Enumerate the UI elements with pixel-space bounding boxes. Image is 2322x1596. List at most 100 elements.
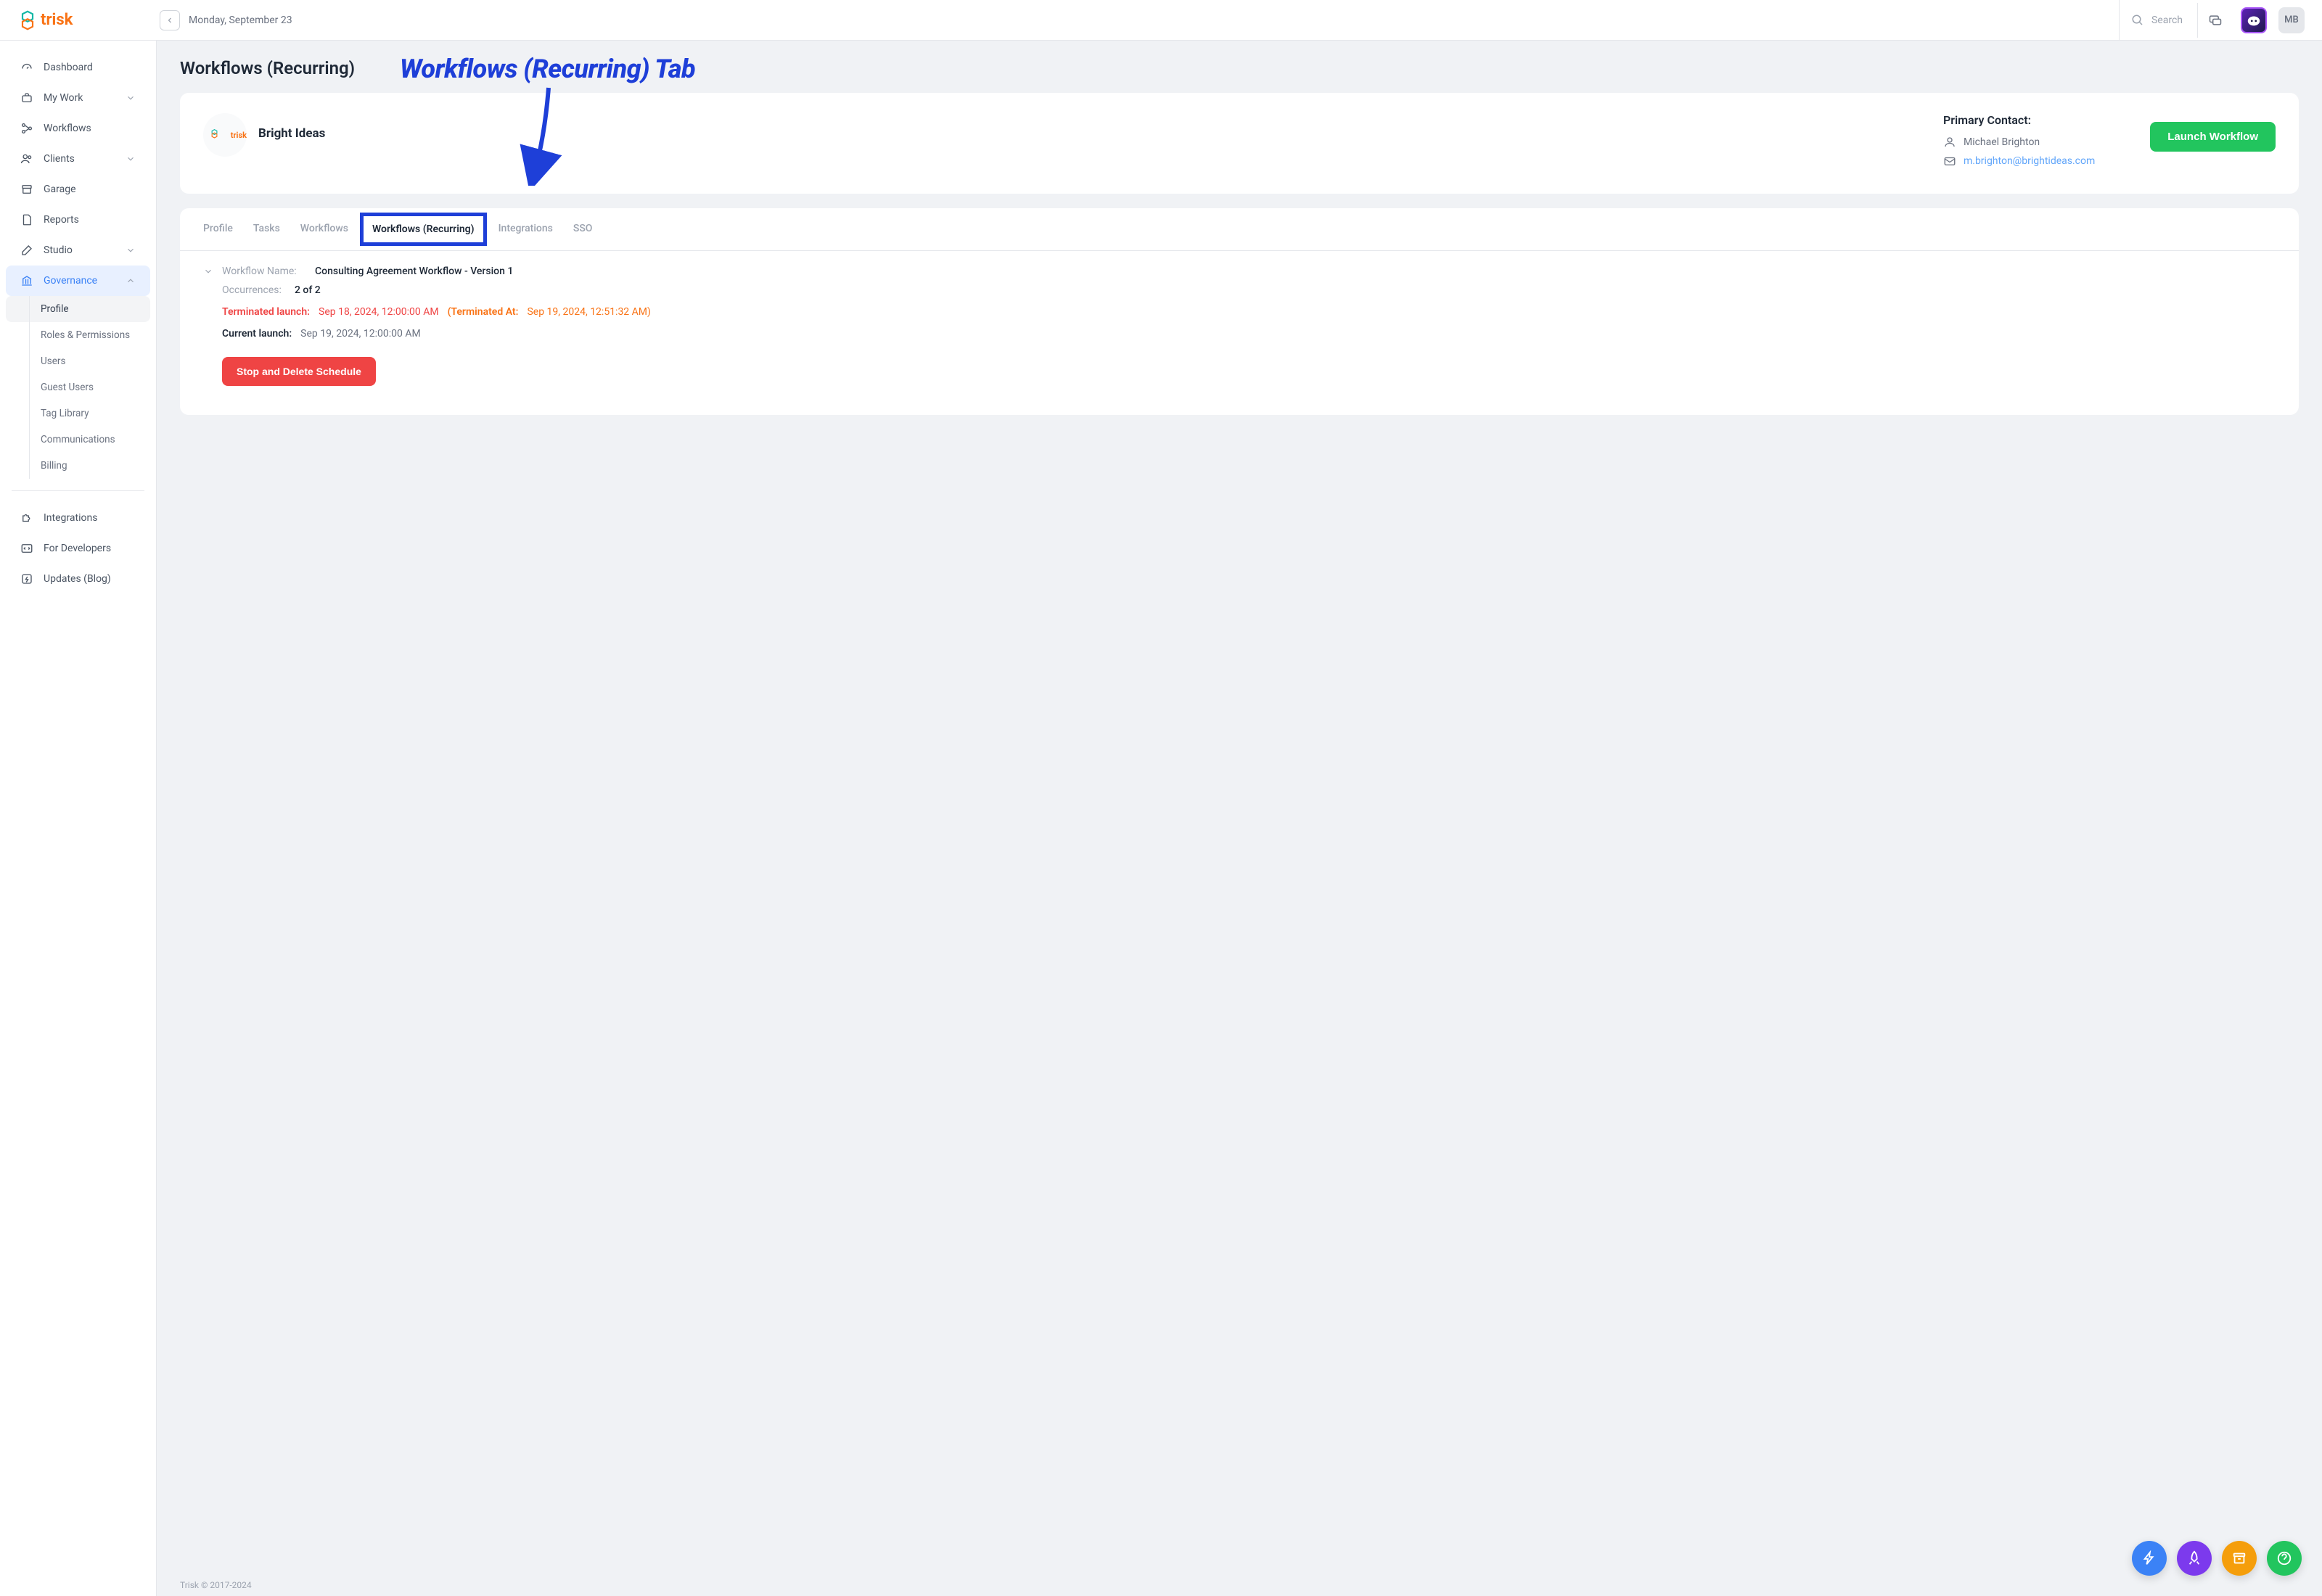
sidebar-sub-roles[interactable]: Roles & Permissions xyxy=(6,322,150,348)
sidebar-item-label: Guest Users xyxy=(41,382,94,393)
workflow-name-label: Workflow Name: xyxy=(222,266,306,277)
sidebar-item-governance[interactable]: Governance xyxy=(6,266,150,296)
fab-help[interactable] xyxy=(2267,1541,2302,1576)
branch-icon xyxy=(20,122,33,135)
tabs: Profile Tasks Workflows Workflows (Recur… xyxy=(180,208,2299,251)
sidebar-item-label: Clients xyxy=(44,153,75,165)
zap-icon xyxy=(20,572,33,585)
help-icon xyxy=(2276,1550,2292,1566)
sidebar-item-studio[interactable]: Studio xyxy=(6,235,150,266)
launch-workflow-button[interactable]: Launch Workflow xyxy=(2150,122,2276,152)
sidebar-item-label: Garage xyxy=(44,184,76,195)
current-launch-label: Current launch: xyxy=(222,328,292,340)
mail-icon xyxy=(1943,155,1956,168)
footer-copyright: Trisk © 2017-2024 xyxy=(180,1580,252,1590)
user-avatar[interactable]: MB xyxy=(2278,7,2305,33)
terminated-at-label: (Terminated At: xyxy=(448,306,519,318)
workflow-name-value: Consulting Agreement Workflow - Version … xyxy=(315,266,513,277)
chat-icon xyxy=(2208,13,2223,28)
sidebar-sub-guest-users[interactable]: Guest Users xyxy=(6,374,150,400)
sidebar-sub-profile[interactable]: Profile xyxy=(6,296,150,322)
tab-sso[interactable]: SSO xyxy=(573,208,593,250)
chevron-down-icon xyxy=(126,154,136,164)
sidebar-item-label: Workflows xyxy=(44,123,91,134)
current-launch-value: Sep 19, 2024, 12:00:00 AM xyxy=(300,328,421,340)
tab-workflows-recurring[interactable]: Workflows (Recurring) xyxy=(360,213,487,246)
sidebar-item-label: My Work xyxy=(44,92,83,104)
stop-delete-button[interactable]: Stop and Delete Schedule xyxy=(222,357,376,386)
briefcase-icon xyxy=(20,91,33,104)
user-icon xyxy=(1943,136,1956,149)
sidebar-item-label: Reports xyxy=(44,214,79,226)
zap-icon xyxy=(2141,1550,2157,1566)
fab-row xyxy=(2132,1541,2302,1576)
messages-button[interactable] xyxy=(2197,3,2232,38)
sidebar-item-label: Tag Library xyxy=(41,408,89,419)
brand-name: trisk xyxy=(41,11,73,29)
sidebar-item-reports[interactable]: Reports xyxy=(6,205,150,235)
sidebar-item-workflows[interactable]: Workflows xyxy=(6,113,150,144)
fab-zap[interactable] xyxy=(2132,1541,2167,1576)
sidebar-item-mywork[interactable]: My Work xyxy=(6,83,150,113)
back-button[interactable] xyxy=(160,10,180,30)
occurrences-value: 2 of 2 xyxy=(295,284,321,296)
sidebar: Dashboard My Work Workflows Clients Gara… xyxy=(0,41,157,1596)
sidebar-item-label: Communications xyxy=(41,434,115,445)
sidebar-item-label: Integrations xyxy=(44,512,97,524)
search-placeholder: Search xyxy=(2151,15,2183,26)
chevron-down-icon xyxy=(126,245,136,255)
gauge-icon xyxy=(20,61,33,74)
archive-icon xyxy=(20,183,33,196)
sidebar-sub-billing[interactable]: Billing xyxy=(6,453,150,479)
sidebar-item-label: Users xyxy=(41,355,65,367)
sidebar-item-label: Updates (Blog) xyxy=(44,573,111,585)
bank-icon xyxy=(20,274,33,287)
occurrences-label: Occurrences: xyxy=(222,284,286,296)
user-initials: MB xyxy=(2284,15,2299,25)
terminated-launch-label: Terminated launch: xyxy=(222,306,310,318)
sidebar-item-clients[interactable]: Clients xyxy=(6,144,150,174)
chevron-up-icon[interactable] xyxy=(203,266,213,276)
sidebar-item-developers[interactable]: For Developers xyxy=(6,533,150,564)
rocket-icon xyxy=(2186,1550,2202,1566)
client-card: trisk Bright Ideas Primary Contact: Mich… xyxy=(180,93,2299,194)
sidebar-item-dashboard[interactable]: Dashboard xyxy=(6,52,150,83)
client-logo: trisk xyxy=(203,113,247,157)
tab-tasks[interactable]: Tasks xyxy=(253,208,280,250)
sidebar-item-label: Studio xyxy=(44,244,73,256)
trisk-icon xyxy=(17,10,38,30)
puzzle-icon xyxy=(20,511,33,525)
sidebar-item-label: Dashboard xyxy=(44,62,93,73)
bot-icon xyxy=(2246,12,2262,28)
sidebar-sub-users[interactable]: Users xyxy=(6,348,150,374)
file-icon xyxy=(20,213,33,226)
search-icon xyxy=(2131,14,2144,27)
sidebar-item-label: Profile xyxy=(41,303,69,315)
chevron-down-icon xyxy=(126,93,136,103)
content-area: Workflows (Recurring) Workflows (Recurri… xyxy=(157,41,2322,1596)
sidebar-item-integrations[interactable]: Integrations xyxy=(6,503,150,533)
sidebar-item-garage[interactable]: Garage xyxy=(6,174,150,205)
sidebar-item-label: Billing xyxy=(41,460,67,472)
sidebar-sub-tag-library[interactable]: Tag Library xyxy=(6,400,150,427)
fab-rocket[interactable] xyxy=(2177,1541,2212,1576)
sidebar-item-label: For Developers xyxy=(44,543,111,554)
sidebar-item-label: Roles & Permissions xyxy=(41,329,130,341)
tab-integrations[interactable]: Integrations xyxy=(499,208,553,250)
sidebar-item-label: Governance xyxy=(44,275,97,287)
tab-workflows[interactable]: Workflows xyxy=(300,208,348,250)
fab-archive[interactable] xyxy=(2222,1541,2257,1576)
brand-logo[interactable]: trisk xyxy=(17,10,148,30)
sidebar-sub-communications[interactable]: Communications xyxy=(6,427,150,453)
contact-name: Michael Brighton xyxy=(1964,136,2040,148)
search-input[interactable]: Search xyxy=(2119,0,2194,41)
contact-email-link[interactable]: m.brighton@brightideas.com xyxy=(1964,155,2095,167)
tab-profile[interactable]: Profile xyxy=(203,208,233,250)
sidebar-item-updates[interactable]: Updates (Blog) xyxy=(6,564,150,594)
terminated-launch-value: Sep 18, 2024, 12:00:00 AM xyxy=(319,306,439,318)
pencil-icon xyxy=(20,244,33,257)
client-name: Bright Ideas xyxy=(258,113,325,141)
contact-section: Primary Contact: Michael Brighton m.brig… xyxy=(1943,113,2095,173)
bot-button[interactable] xyxy=(2241,7,2267,33)
workflows-card: Profile Tasks Workflows Workflows (Recur… xyxy=(180,208,2299,415)
